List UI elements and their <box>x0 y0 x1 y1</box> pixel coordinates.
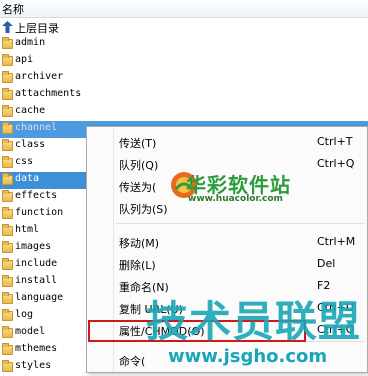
folder-icon <box>2 326 13 338</box>
folder-name: install <box>15 275 58 286</box>
folder-icon <box>2 309 13 321</box>
folder-icon <box>2 88 13 100</box>
folder-icon <box>2 360 13 372</box>
folder-icon <box>2 122 13 134</box>
folder-icon <box>2 37 13 49</box>
folder-name: channel <box>15 122 58 133</box>
folder-name: include <box>15 258 58 269</box>
folder-name: styles <box>15 360 52 371</box>
folder-row[interactable]: attachments <box>0 87 368 104</box>
folder-icon <box>2 241 13 253</box>
parent-directory-label: 上层目录 <box>15 22 59 35</box>
menu-item-label: 删除(L) <box>119 259 156 272</box>
folder-row[interactable]: api <box>0 53 368 70</box>
menu-item-label: 队列为(S) <box>119 203 168 216</box>
context-menu-item[interactable]: 传送(T) Ctrl+T <box>87 131 368 153</box>
menu-item-label: 队列(Q) <box>119 159 159 172</box>
watermark-huacolor: 华彩软件站 www.huacolor.com <box>172 167 312 207</box>
folder-row[interactable]: cache <box>0 104 368 121</box>
folder-name: class <box>15 139 46 150</box>
folder-icon <box>2 105 13 117</box>
folder-icon <box>2 190 13 202</box>
context-menu-item[interactable]: 移动(M) Ctrl+M <box>87 231 368 253</box>
folder-row[interactable]: archiver <box>0 70 368 87</box>
folder-name: admin <box>15 37 46 48</box>
folder-icon <box>2 258 13 270</box>
menu-item-shortcut: Ctrl+Q <box>317 157 355 170</box>
menu-item-label: 传送(T) <box>119 137 157 150</box>
folder-name: data <box>15 173 40 184</box>
folder-name: function <box>15 207 64 218</box>
folder-icon <box>2 207 13 219</box>
folder-name: model <box>15 326 46 337</box>
folder-name: language <box>15 292 64 303</box>
folder-icon <box>2 173 13 185</box>
watermark-jsgho: 技术员联盟 www.jsgho.com <box>140 288 368 373</box>
folder-icon <box>2 54 13 66</box>
folder-name: images <box>15 241 52 252</box>
menu-item-shortcut: Del <box>317 257 336 270</box>
folder-name: css <box>15 156 34 167</box>
folder-name: api <box>15 54 34 65</box>
folder-icon <box>2 275 13 287</box>
column-name-label: 名称 <box>2 3 24 16</box>
watermark-jsgho-url: www.jsgho.com <box>168 346 328 367</box>
folder-row[interactable]: admin <box>0 36 368 53</box>
folder-name: archiver <box>15 71 64 82</box>
parent-directory-row[interactable]: 上层目录 <box>0 19 368 36</box>
folder-name: effects <box>15 190 58 201</box>
folder-icon <box>2 71 13 83</box>
folder-icon <box>2 292 13 304</box>
menu-separator <box>115 223 365 224</box>
menu-item-shortcut: Ctrl+M <box>317 235 356 248</box>
folder-icon <box>2 224 13 236</box>
folder-name: log <box>15 309 34 320</box>
folder-name: cache <box>15 105 46 116</box>
context-menu-item[interactable]: 删除(L) Del <box>87 253 368 275</box>
menu-item-label: 移动(M) <box>119 237 160 250</box>
column-header[interactable]: 名称 <box>0 0 368 18</box>
menu-item-label: 传送为( <box>119 181 157 194</box>
folder-name: attachments <box>15 88 82 99</box>
up-arrow-icon <box>2 21 13 33</box>
folder-name: html <box>15 224 40 235</box>
folder-icon <box>2 139 13 151</box>
folder-icon <box>2 156 13 168</box>
watermark-huacolor-url: www.huacolor.com <box>188 194 283 204</box>
menu-item-shortcut: Ctrl+T <box>317 135 353 148</box>
folder-name: mthemes <box>15 343 58 354</box>
watermark-jsgho-text: 技术员联盟 <box>146 297 362 346</box>
folder-icon <box>2 343 13 355</box>
